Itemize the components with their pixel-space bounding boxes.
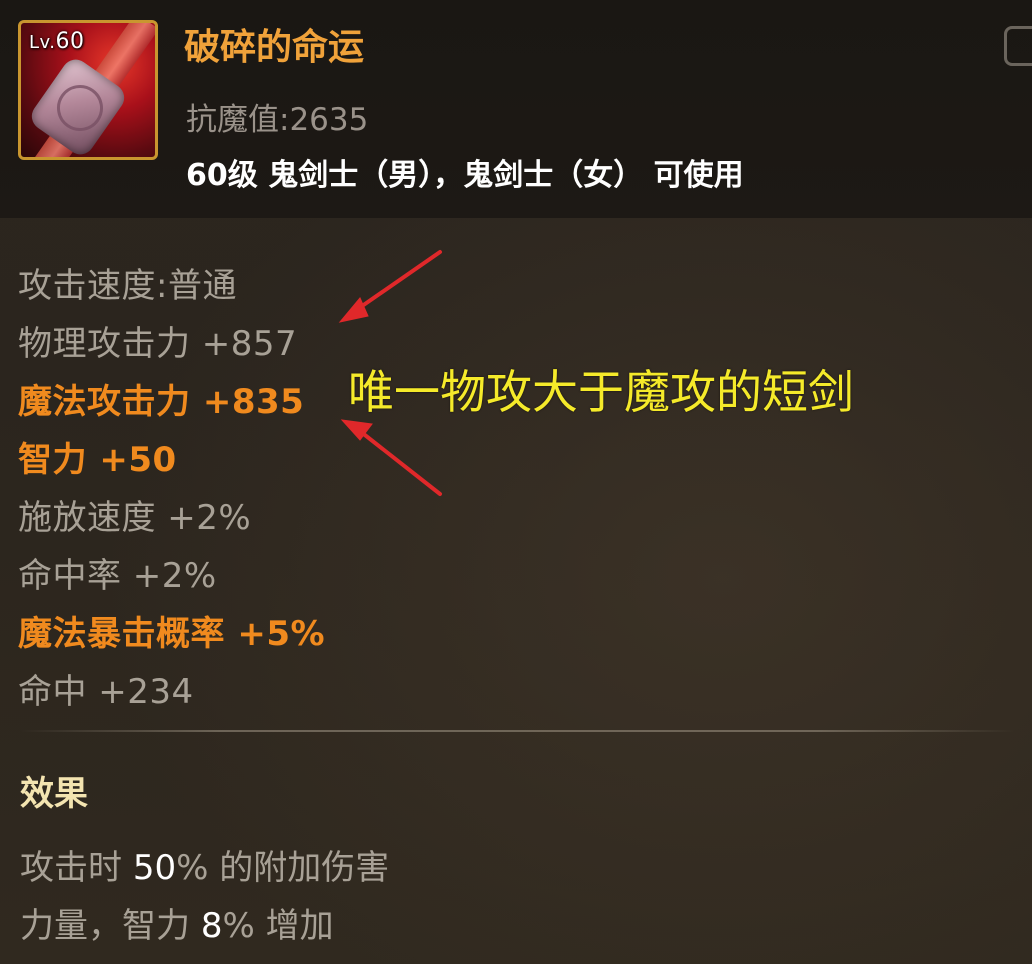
- effect-line-2: 力量，智力 8% 增加: [20, 906, 334, 946]
- item-tooltip: Lv.60 破碎的命运 抗魔值:2635 60级 鬼剑士（男），鬼剑士（女） 可…: [0, 0, 1032, 964]
- effect-line-1: 攻击时 50% 的附加伤害: [20, 848, 390, 888]
- annotation-text: 唯一物攻大于魔攻的短剑: [348, 365, 854, 419]
- annotation-arrows: [338, 250, 442, 496]
- section-divider: [20, 730, 1016, 732]
- effect-title: 效果: [20, 774, 88, 814]
